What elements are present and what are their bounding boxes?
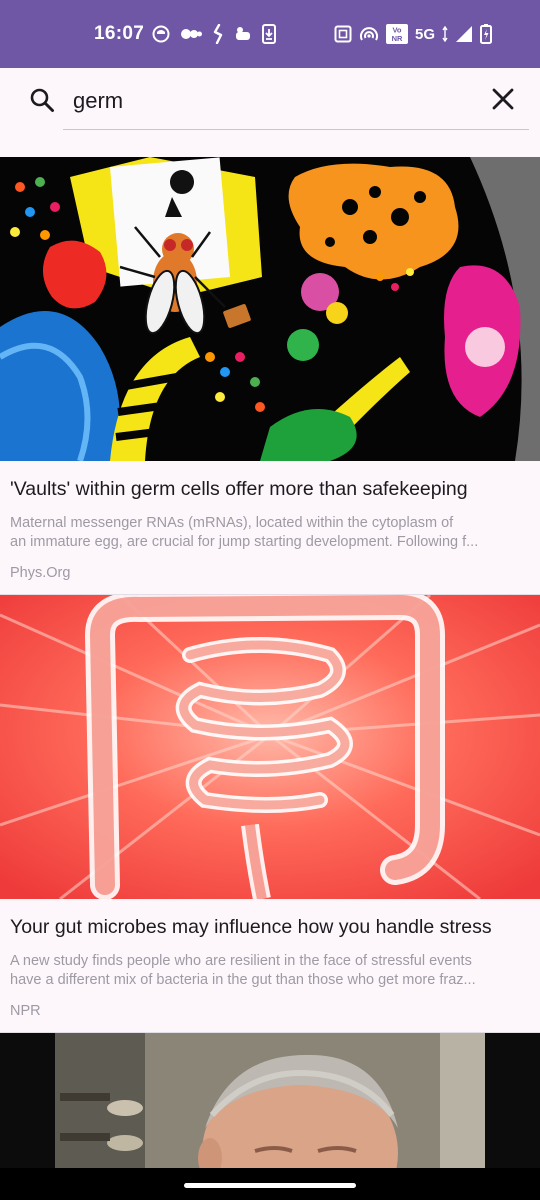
signal-icon — [456, 26, 473, 42]
status-system-icons: Vo NR 5G — [334, 22, 493, 46]
nfc-icon — [334, 25, 352, 43]
article-image[interactable] — [0, 1033, 540, 1168]
emoji-notification-icon — [152, 25, 170, 43]
navigation-bar — [0, 1168, 540, 1200]
vonr-label-bottom: NR — [392, 34, 403, 43]
article-description-line: have a different mix of bacteria in the … — [10, 972, 476, 988]
phone-call-icon — [213, 24, 223, 44]
article-source: NPR — [10, 1003, 41, 1019]
hotspot-icon — [360, 27, 378, 41]
vonr-icon: Vo NR — [386, 24, 408, 44]
article-source: Phys.Org — [10, 565, 71, 581]
battery-icon — [480, 24, 493, 44]
search-bar — [0, 68, 540, 156]
status-time: 16:07 — [94, 23, 145, 44]
article-description: A new study finds people who are resilie… — [10, 952, 530, 990]
article-description-line: Maternal messenger RNAs (mRNAs), located… — [10, 515, 454, 531]
status-bar: 16:07 Vo NR 5G — [0, 0, 540, 68]
voicemail-icon — [181, 29, 202, 39]
home-gesture-handle[interactable] — [184, 1183, 356, 1188]
article-description: Maternal messenger RNAs (mRNAs), located… — [10, 514, 530, 552]
cell-illustration-image — [0, 157, 540, 461]
search-icon[interactable] — [28, 86, 56, 114]
wallet-icon — [236, 27, 250, 40]
article-image[interactable] — [0, 157, 540, 461]
close-icon[interactable] — [490, 86, 516, 112]
article-description-line: an immature egg, are crucial for jump st… — [10, 534, 479, 550]
man-portrait-image — [0, 1033, 540, 1168]
search-input[interactable] — [63, 79, 463, 123]
network-type-label: 5G — [415, 25, 436, 43]
article-title[interactable]: 'Vaults' within germ cells offer more th… — [10, 477, 530, 501]
article-description-line: A new study finds people who are resilie… — [10, 953, 472, 969]
intestine-illustration-image — [0, 595, 540, 899]
article-card[interactable]: Your gut microbes may influence how you … — [0, 595, 540, 1033]
signal-arrows-icon — [442, 26, 448, 42]
article-title[interactable]: Your gut microbes may influence how you … — [10, 915, 530, 939]
article-card[interactable]: 'Vaults' within germ cells offer more th… — [0, 157, 540, 595]
download-icon — [262, 24, 276, 44]
status-notification-icons — [152, 22, 276, 46]
search-underline — [63, 129, 529, 130]
article-image[interactable] — [0, 595, 540, 899]
